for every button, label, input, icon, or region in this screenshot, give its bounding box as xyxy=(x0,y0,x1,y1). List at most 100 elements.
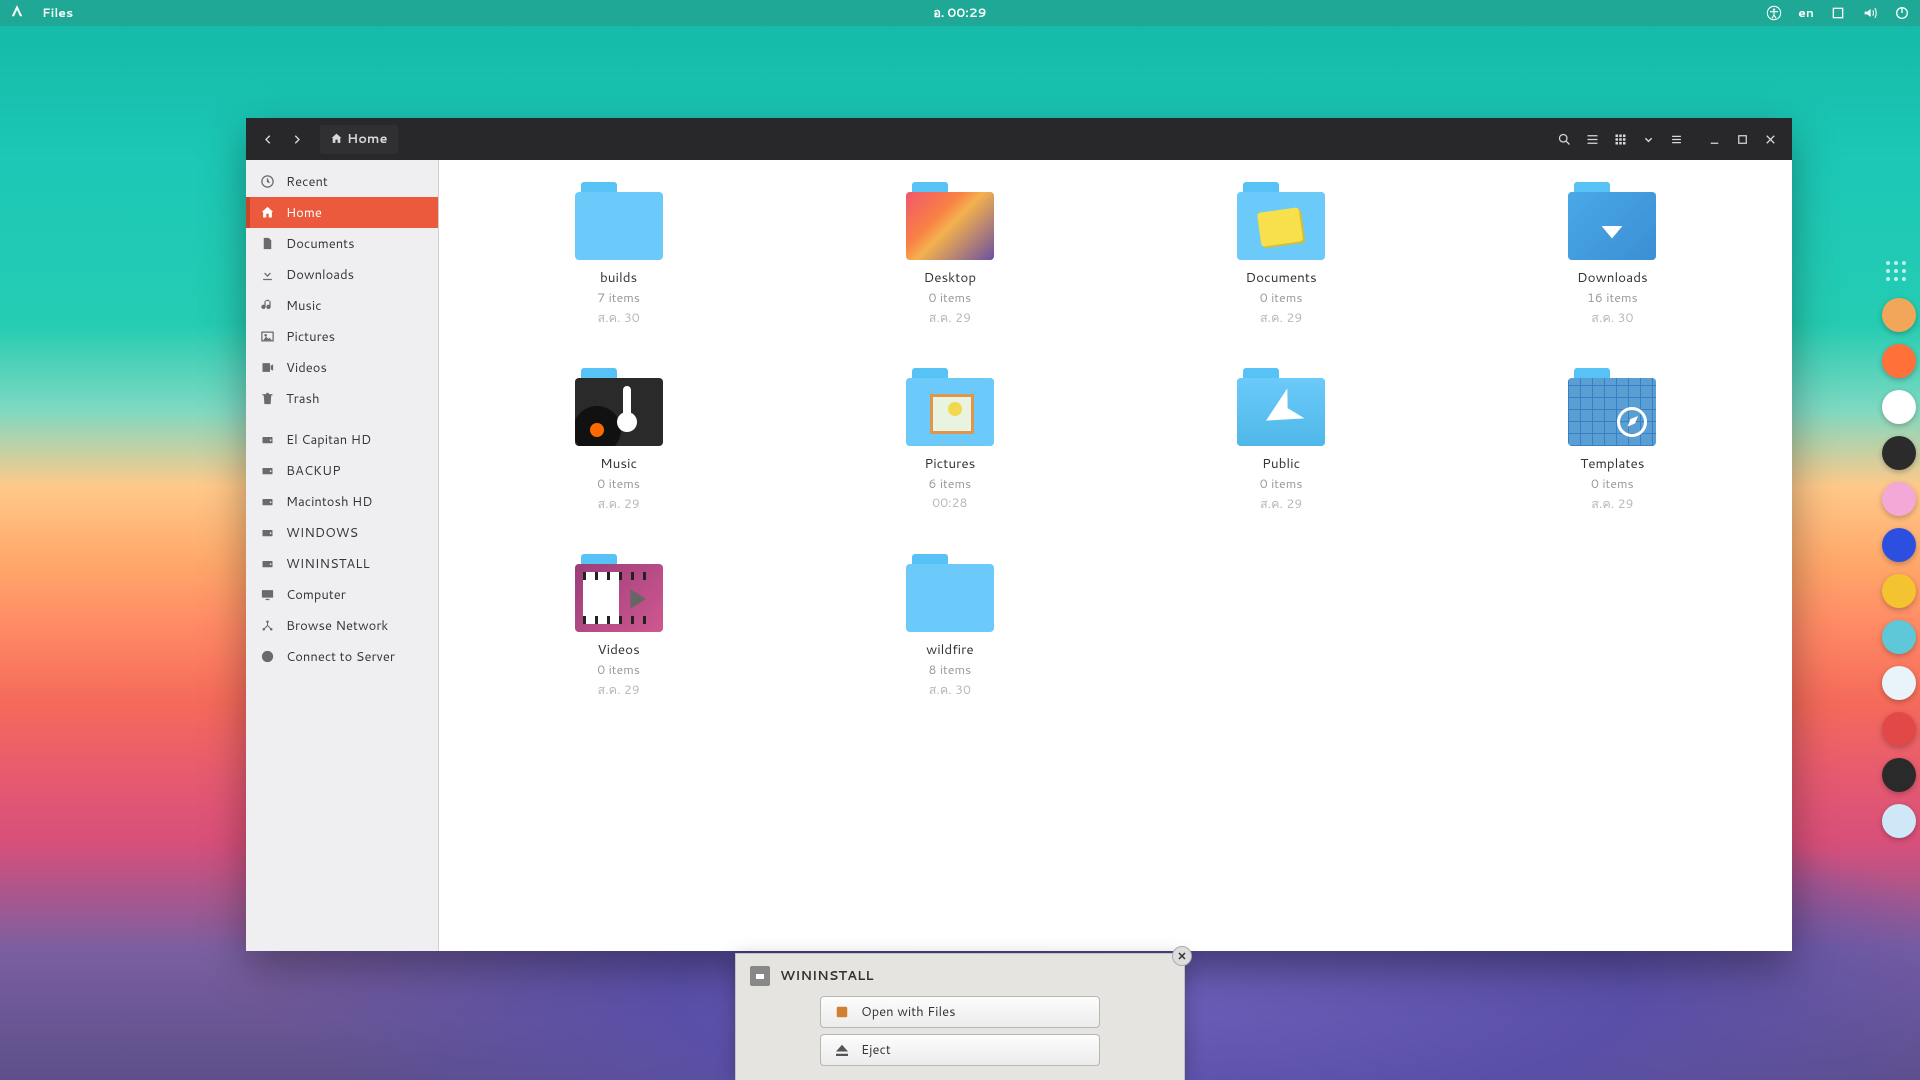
folder-date: ส.ค. 30 xyxy=(598,308,640,328)
folder-item-count: 0 items xyxy=(597,661,640,679)
folder-date: ส.ค. 29 xyxy=(598,494,640,514)
sidebar-item-label: WININSTALL xyxy=(286,555,370,573)
folder-date: 00:28 xyxy=(932,494,967,512)
sidebar-item-label: Computer xyxy=(286,586,346,604)
dock-app-chromium[interactable] xyxy=(1882,804,1916,838)
drive-icon xyxy=(260,432,275,447)
content-area[interactable]: builds 7 items ส.ค. 30 Desktop 0 items ส… xyxy=(439,160,1792,951)
hamburger-menu-button[interactable] xyxy=(1662,125,1690,153)
screen-icon[interactable] xyxy=(1830,5,1846,21)
folder-builds[interactable]: builds 7 items ส.ค. 30 xyxy=(463,182,774,328)
dock-app-app-yellow[interactable] xyxy=(1882,574,1916,608)
folder-downloads[interactable]: Downloads 16 items ส.ค. 30 xyxy=(1457,182,1768,328)
drive-icon xyxy=(260,494,275,509)
search-button[interactable] xyxy=(1550,125,1578,153)
sidebar-item-home[interactable]: Home xyxy=(246,197,438,228)
eject-button[interactable]: Eject xyxy=(820,1034,1100,1066)
folder-date: ส.ค. 30 xyxy=(929,680,971,700)
nav-back-button[interactable] xyxy=(254,125,282,153)
folder-date: ส.ค. 30 xyxy=(1591,308,1633,328)
panel-clock[interactable]: อ. 00:29 xyxy=(933,3,986,23)
a11y-icon[interactable] xyxy=(1766,5,1782,21)
eject-icon[interactable] xyxy=(410,557,424,571)
folder-name: Public xyxy=(1262,454,1300,473)
activities-icon[interactable] xyxy=(10,4,24,23)
input-lang[interactable]: en xyxy=(1798,4,1814,22)
folder-name: Templates xyxy=(1580,454,1644,473)
dock-app-chrome[interactable] xyxy=(1882,390,1916,424)
dock-app-app-pink[interactable] xyxy=(1882,482,1916,516)
sidebar-item-wininstall[interactable]: WININSTALL xyxy=(246,548,438,579)
view-list-button[interactable] xyxy=(1578,125,1606,153)
sidebar-item-label: Browse Network xyxy=(286,617,388,635)
folder-name: Downloads xyxy=(1577,268,1648,287)
eject-label: Eject xyxy=(861,1041,891,1059)
sidebar-item-computer[interactable]: Computer xyxy=(246,579,438,610)
sidebar-item-videos[interactable]: Videos xyxy=(246,352,438,383)
nav-forward-button[interactable] xyxy=(282,125,310,153)
trash-icon xyxy=(260,391,275,406)
window-minimize-button[interactable] xyxy=(1700,125,1728,153)
open-with-files-button[interactable]: Open with Files xyxy=(820,996,1100,1028)
folder-icon xyxy=(906,182,994,260)
dock-app-files[interactable] xyxy=(1882,298,1916,332)
down-icon xyxy=(260,267,275,282)
power-icon[interactable] xyxy=(1894,5,1910,21)
sidebar-item-windows[interactable]: WINDOWS xyxy=(246,517,438,548)
view-options-button[interactable] xyxy=(1634,125,1662,153)
folder-date: ส.ค. 29 xyxy=(1260,494,1302,514)
sidebar-item-browse-network[interactable]: Browse Network xyxy=(246,610,438,641)
folder-wildfire[interactable]: wildfire 8 items ส.ค. 30 xyxy=(794,554,1105,700)
sidebar-item-macintosh-hd[interactable]: Macintosh HD xyxy=(246,486,438,517)
notification-close-button[interactable]: ✕ xyxy=(1172,946,1192,966)
window-maximize-button[interactable] xyxy=(1728,125,1756,153)
sidebar-item-backup[interactable]: BACKUP xyxy=(246,455,438,486)
folder-item-count: 0 items xyxy=(1260,289,1303,307)
drive-icon xyxy=(260,463,275,478)
dock-app-safari[interactable] xyxy=(1882,666,1916,700)
folder-pictures[interactable]: Pictures 6 items 00:28 xyxy=(794,368,1105,514)
folder-music[interactable]: Music 0 items ส.ค. 29 xyxy=(463,368,774,514)
folder-date: ส.ค. 29 xyxy=(1260,308,1302,328)
sidebar-item-label: Videos xyxy=(286,359,327,377)
sidebar-item-recent[interactable]: Recent xyxy=(246,166,438,197)
dock-app-app-cyan[interactable] xyxy=(1882,620,1916,654)
app-grid-icon[interactable] xyxy=(1882,260,1910,282)
folder-icon xyxy=(1237,182,1325,260)
folder-templates[interactable]: Templates 0 items ส.ค. 29 xyxy=(1457,368,1768,514)
dock-app-terminal[interactable] xyxy=(1882,436,1916,470)
folder-name: wildfire xyxy=(926,640,974,659)
mount-notification: ✕ WININSTALL Open with Files Eject xyxy=(735,953,1185,1080)
folder-public[interactable]: Public 0 items ส.ค. 29 xyxy=(1126,368,1437,514)
drive-icon xyxy=(260,556,275,571)
folder-documents[interactable]: Documents 0 items ส.ค. 29 xyxy=(1126,182,1437,328)
dock xyxy=(1882,260,1916,838)
sound-icon[interactable] xyxy=(1862,5,1878,21)
home-icon xyxy=(330,128,343,151)
dock-app-app-blue[interactable] xyxy=(1882,528,1916,562)
dock-app-app-dark[interactable] xyxy=(1882,758,1916,792)
window-close-button[interactable] xyxy=(1756,125,1784,153)
sidebar-item-trash[interactable]: Trash xyxy=(246,383,438,414)
sidebar-item-downloads[interactable]: Downloads xyxy=(246,259,438,290)
clock-prefix: อ. xyxy=(933,3,944,23)
dock-app-app-red[interactable] xyxy=(1882,712,1916,746)
sidebar-item-documents[interactable]: Documents xyxy=(246,228,438,259)
dock-app-firefox[interactable] xyxy=(1882,344,1916,378)
folder-date: ส.ค. 29 xyxy=(1591,494,1633,514)
sidebar-item-pictures[interactable]: Pictures xyxy=(246,321,438,352)
sidebar-item-label: Downloads xyxy=(286,266,354,284)
sidebar-item-el-capitan-hd[interactable]: El Capitan HD xyxy=(246,424,438,455)
pathbar[interactable]: Home xyxy=(320,125,398,154)
network-icon xyxy=(260,618,275,633)
sidebar-item-label: Recent xyxy=(286,173,328,191)
folder-item-count: 16 items xyxy=(1587,289,1638,307)
sidebar-item-music[interactable]: Music xyxy=(246,290,438,321)
active-app-label[interactable]: Files xyxy=(42,4,73,22)
folder-desktop[interactable]: Desktop 0 items ส.ค. 29 xyxy=(794,182,1105,328)
location-label: Home xyxy=(347,130,388,148)
sidebar-item-connect-to-server[interactable]: Connect to Server xyxy=(246,641,438,672)
folder-videos[interactable]: Videos 0 items ส.ค. 29 xyxy=(463,554,774,700)
view-grid-button[interactable] xyxy=(1606,125,1634,153)
sidebar: Recent HomeDocuments Downloads MusicPicture… xyxy=(246,160,439,951)
